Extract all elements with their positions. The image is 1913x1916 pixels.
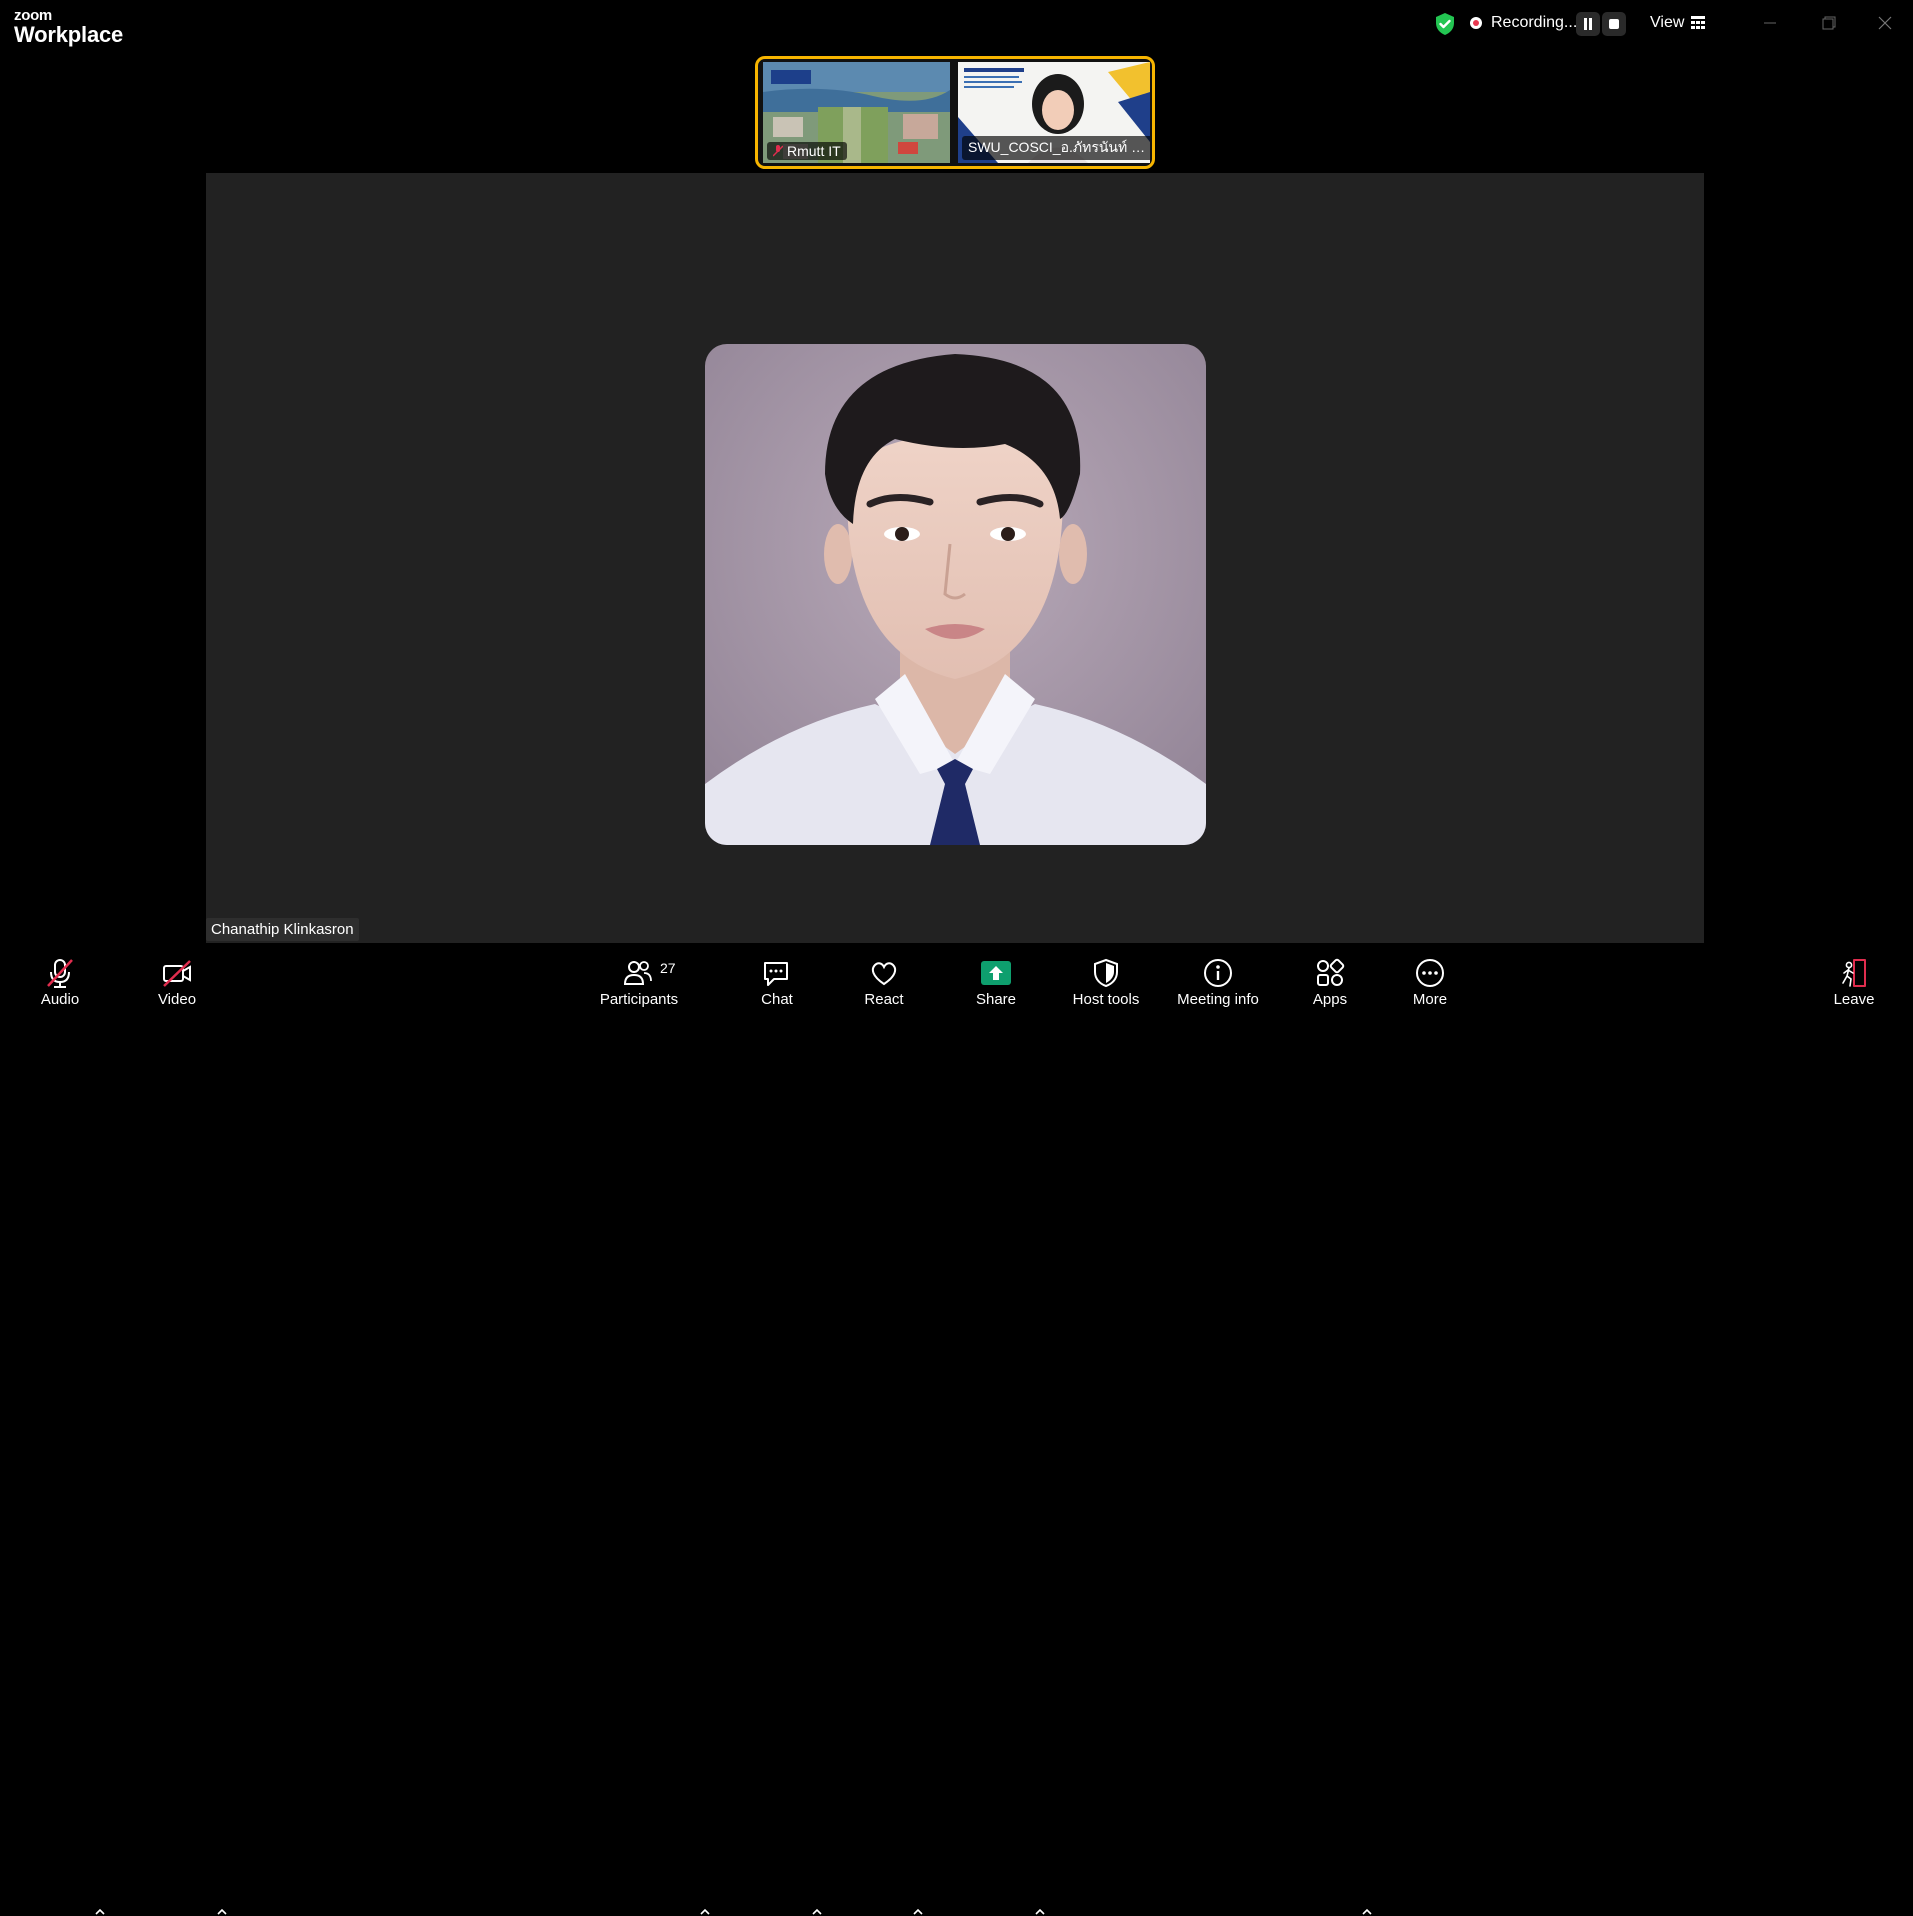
apps-icon bbox=[1317, 958, 1345, 986]
video-options-chevron-up-icon[interactable] bbox=[216, 1908, 228, 1916]
share-screen-icon bbox=[981, 961, 1011, 985]
leave-label: Leave bbox=[1833, 991, 1875, 1008]
video-button[interactable]: Video bbox=[147, 943, 207, 1013]
restore-window-icon[interactable] bbox=[1808, 8, 1848, 38]
participant-tile[interactable]: Rmutt IT bbox=[763, 62, 950, 163]
microphone-muted-icon bbox=[47, 959, 73, 988]
react-label: React bbox=[864, 991, 904, 1008]
grid-view-icon[interactable] bbox=[1691, 16, 1705, 29]
participants-count: 27 bbox=[660, 960, 676, 976]
stop-recording-button[interactable] bbox=[1602, 12, 1626, 36]
participants-icon bbox=[623, 961, 652, 985]
participant-name-label: SWU_COSCI_อ.ภัทรนันท์ ไว... bbox=[962, 136, 1150, 160]
share-screen-button[interactable]: Share bbox=[966, 943, 1026, 1013]
chat-label: Chat bbox=[761, 991, 793, 1008]
host-tools-label: Host tools bbox=[1072, 991, 1140, 1008]
security-shield-icon[interactable] bbox=[1433, 12, 1457, 36]
recording-status: Recording... bbox=[1491, 14, 1578, 31]
brand-large: Workplace bbox=[14, 22, 124, 47]
more-label: More bbox=[1412, 991, 1448, 1008]
mic-muted-icon bbox=[773, 145, 783, 157]
chat-button[interactable]: Chat bbox=[748, 943, 808, 1013]
share-options-chevron-up-icon[interactable] bbox=[1034, 1908, 1046, 1916]
info-icon bbox=[1204, 959, 1232, 987]
portrait-image bbox=[705, 344, 1206, 845]
apps-options-chevron-up-icon[interactable] bbox=[1361, 1908, 1373, 1916]
more-options-icon bbox=[1416, 959, 1444, 987]
app-logo: zoom Workplace bbox=[14, 8, 123, 46]
audio-label: Audio bbox=[40, 991, 80, 1008]
apps-label: Apps bbox=[1312, 991, 1348, 1008]
host-tools-button[interactable]: Host tools bbox=[1068, 943, 1144, 1013]
meeting-info-button[interactable]: Meeting info bbox=[1172, 943, 1264, 1013]
participants-options-chevron-up-icon[interactable] bbox=[699, 1908, 711, 1916]
leave-meeting-button[interactable]: Leave bbox=[1824, 943, 1884, 1013]
view-button[interactable]: View bbox=[1650, 14, 1684, 32]
participant-tile[interactable]: SWU_COSCI_อ.ภัทรนันท์ ไว... bbox=[958, 62, 1150, 163]
pause-recording-button[interactable] bbox=[1576, 12, 1600, 36]
meeting-info-label: Meeting info bbox=[1177, 991, 1259, 1008]
brand-small: zoom bbox=[14, 7, 52, 24]
more-button[interactable]: More bbox=[1400, 943, 1460, 1013]
title-bar: zoom Workplace Recording... View bbox=[0, 0, 1913, 52]
video-camera-off-icon bbox=[163, 960, 191, 987]
speaker-profile-picture bbox=[705, 344, 1206, 845]
audio-options-chevron-up-icon[interactable] bbox=[94, 1908, 106, 1916]
close-window-icon[interactable] bbox=[1865, 8, 1905, 38]
meeting-toolbar: Audio Video 27 Participants Chat React S… bbox=[0, 943, 1913, 1915]
host-shield-icon bbox=[1094, 958, 1118, 988]
leave-door-icon bbox=[1842, 959, 1866, 987]
heart-icon bbox=[871, 962, 897, 986]
gallery-strip[interactable]: Rmutt IT SWU_COSCI_อ.ภัทรนันท์ ไว... bbox=[755, 56, 1155, 169]
chat-bubble-icon bbox=[764, 962, 788, 986]
react-options-chevron-up-icon[interactable] bbox=[912, 1908, 924, 1916]
react-button[interactable]: React bbox=[854, 943, 914, 1013]
participants-label: Participants bbox=[599, 991, 679, 1008]
minimize-window-icon[interactable] bbox=[1750, 8, 1790, 38]
video-label: Video bbox=[157, 991, 197, 1008]
chat-options-chevron-up-icon[interactable] bbox=[811, 1908, 823, 1916]
recording-indicator-icon bbox=[1470, 17, 1482, 29]
speaker-name-label: Chanathip Klinkasron bbox=[206, 918, 359, 941]
participants-button[interactable]: 27 Participants bbox=[600, 943, 678, 1013]
apps-button[interactable]: Apps bbox=[1300, 943, 1360, 1013]
audio-button[interactable]: Audio bbox=[30, 943, 90, 1013]
participant-name-label: Rmutt IT bbox=[767, 142, 847, 160]
share-label: Share bbox=[975, 991, 1017, 1008]
